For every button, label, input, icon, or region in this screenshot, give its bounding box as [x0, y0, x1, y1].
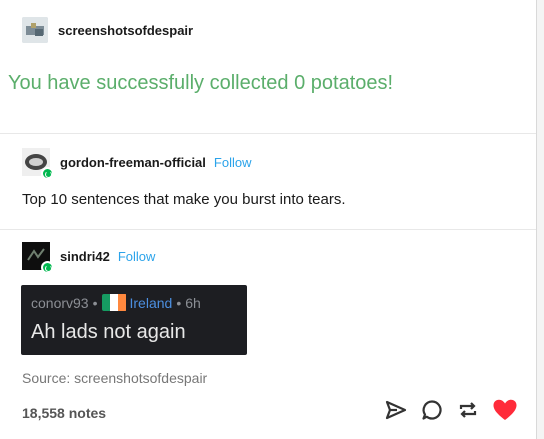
like-icon[interactable] [492, 398, 518, 422]
divider [0, 133, 536, 134]
comment-message: Ah lads not again [31, 321, 186, 343]
comment-country: Ireland [129, 294, 173, 311]
scrollbar-track[interactable] [537, 0, 544, 439]
follow-badge-icon [41, 261, 54, 274]
username[interactable]: screenshotsofdespair [58, 23, 193, 38]
post-actions [384, 398, 518, 422]
follow-button[interactable]: Follow [118, 249, 156, 264]
embedded-comment-image: conorv93 • Ireland • 6h Ah lads not agai… [21, 285, 247, 355]
comment-age: 6h [185, 294, 201, 311]
notes-count[interactable]: 18,558 notes [22, 405, 106, 421]
post-text: Top 10 sentences that make you burst int… [22, 191, 346, 208]
source-link[interactable]: Source: screenshotsofdespair [22, 370, 207, 386]
reblog-icon[interactable] [456, 398, 480, 422]
follow-button[interactable]: Follow [214, 155, 252, 170]
post-header-screenshotsofdespair: screenshotsofdespair [22, 17, 193, 43]
divider [0, 229, 536, 230]
username[interactable]: sindri42 [60, 249, 110, 264]
share-icon[interactable] [384, 398, 408, 422]
comment-meta: conorv93 • Ireland • 6h [31, 294, 201, 311]
follow-badge-icon [41, 167, 54, 180]
post-header-sindri42: sindri42 Follow [22, 242, 156, 274]
ireland-flag-icon [101, 294, 127, 311]
post-big-text: You have successfully collected 0 potato… [8, 72, 394, 94]
separator: • [92, 294, 98, 311]
separator: • [176, 294, 182, 311]
post-frame: screenshotsofdespair You have successful… [0, 0, 537, 439]
avatar[interactable] [22, 148, 54, 180]
reply-icon[interactable] [420, 398, 444, 422]
post-header-gordon: gordon-freeman-official Follow [22, 148, 252, 180]
avatar[interactable] [22, 17, 48, 43]
comment-user: conorv93 [31, 294, 89, 311]
avatar[interactable] [22, 242, 54, 274]
username[interactable]: gordon-freeman-official [60, 155, 206, 170]
